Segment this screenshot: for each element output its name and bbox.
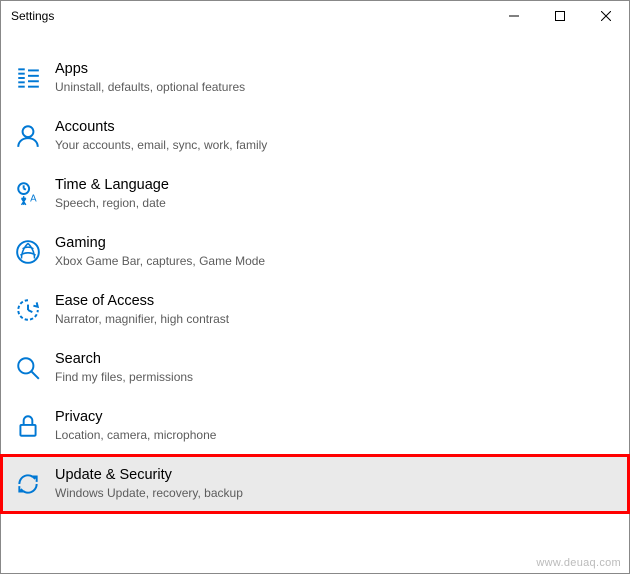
settings-item-accounts[interactable]: Accounts Your accounts, email, sync, wor…: [1, 107, 629, 165]
item-subtitle: Location, camera, microphone: [55, 427, 216, 444]
svg-text:A: A: [30, 194, 37, 205]
window-controls: [491, 1, 629, 31]
item-title: Time & Language: [55, 176, 169, 195]
item-subtitle: Narrator, magnifier, high contrast: [55, 311, 229, 328]
search-icon: [15, 355, 41, 381]
close-button[interactable]: [583, 1, 629, 31]
minimize-icon: [509, 11, 519, 21]
item-title: Search: [55, 350, 193, 369]
settings-item-time-language[interactable]: A Time & Language Speech, region, date: [1, 165, 629, 223]
titlebar: Settings: [1, 1, 629, 31]
settings-item-search[interactable]: Search Find my files, permissions: [1, 339, 629, 397]
maximize-button[interactable]: [537, 1, 583, 31]
minimize-button[interactable]: [491, 1, 537, 31]
settings-item-gaming[interactable]: Gaming Xbox Game Bar, captures, Game Mod…: [1, 223, 629, 281]
settings-item-ease-of-access[interactable]: Ease of Access Narrator, magnifier, high…: [1, 281, 629, 339]
gaming-icon: [15, 239, 41, 265]
accounts-icon: [15, 123, 41, 149]
item-title: Ease of Access: [55, 292, 229, 311]
update-security-icon: [15, 471, 41, 497]
item-subtitle: Your accounts, email, sync, work, family: [55, 137, 267, 154]
apps-icon: [15, 65, 41, 91]
watermark: www.deuaq.com: [536, 557, 621, 569]
item-title: Privacy: [55, 408, 216, 427]
settings-list: Apps Uninstall, defaults, optional featu…: [1, 31, 629, 513]
maximize-icon: [555, 11, 565, 21]
settings-item-apps[interactable]: Apps Uninstall, defaults, optional featu…: [1, 49, 629, 107]
item-title: Apps: [55, 60, 245, 79]
item-subtitle: Windows Update, recovery, backup: [55, 485, 243, 502]
window-title: Settings: [11, 9, 54, 23]
item-subtitle: Find my files, permissions: [55, 369, 193, 386]
ease-of-access-icon: [15, 297, 41, 323]
item-title: Gaming: [55, 234, 265, 253]
item-subtitle: Speech, region, date: [55, 195, 169, 212]
item-subtitle: Uninstall, defaults, optional features: [55, 79, 245, 96]
item-subtitle: Xbox Game Bar, captures, Game Mode: [55, 253, 265, 270]
privacy-icon: [15, 413, 41, 439]
item-title: Update & Security: [55, 466, 243, 485]
settings-item-privacy[interactable]: Privacy Location, camera, microphone: [1, 397, 629, 455]
item-title: Accounts: [55, 118, 267, 137]
settings-item-update-security[interactable]: Update & Security Windows Update, recove…: [1, 455, 629, 513]
close-icon: [601, 11, 611, 21]
time-language-icon: A: [15, 181, 41, 207]
